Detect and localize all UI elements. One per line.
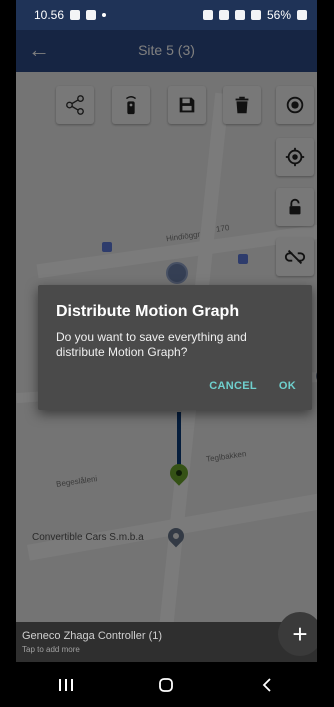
phone-screen: 10.56 56% ← Site 5 (3) Hindiöggr 170 Teg… [16, 0, 317, 707]
home-button[interactable] [146, 665, 186, 705]
mute-icon [218, 10, 229, 20]
home-icon [159, 677, 174, 692]
gallery-icon [70, 10, 81, 20]
status-time: 10.56 [34, 8, 65, 22]
back-chevron-icon [262, 677, 271, 692]
add-fab-button[interactable]: + [278, 612, 317, 656]
status-right: 56% [202, 8, 307, 22]
signal-icon [250, 10, 261, 20]
back-button[interactable] [247, 665, 287, 705]
device-hint: Tap to add more [22, 645, 80, 654]
ok-button[interactable]: OK [279, 380, 296, 392]
alarm-icon [202, 10, 213, 20]
instagram-icon [86, 10, 97, 20]
system-nav-bar [16, 662, 317, 707]
status-bar: 10.56 56% [16, 0, 317, 30]
device-name: Geneco Zhaga Controller (1) [22, 630, 163, 642]
recents-icon [59, 678, 74, 691]
confirm-dialog: Distribute Motion Graph Do you want to s… [38, 285, 312, 410]
battery-text: 56% [266, 8, 291, 22]
dialog-title: Distribute Motion Graph [56, 303, 240, 320]
bottom-sheet[interactable]: Geneco Zhaga Controller (1) Tap to add m… [16, 622, 317, 662]
dialog-message: Do you want to save everything and distr… [56, 330, 247, 359]
recents-button[interactable] [46, 665, 86, 705]
battery-icon [297, 10, 307, 20]
cancel-button[interactable]: CANCEL [209, 380, 257, 392]
dialog-actions: CANCEL OK [209, 380, 296, 392]
notification-dot-icon [102, 13, 107, 17]
status-left: 10.56 [34, 8, 107, 22]
location-icon [234, 10, 245, 20]
